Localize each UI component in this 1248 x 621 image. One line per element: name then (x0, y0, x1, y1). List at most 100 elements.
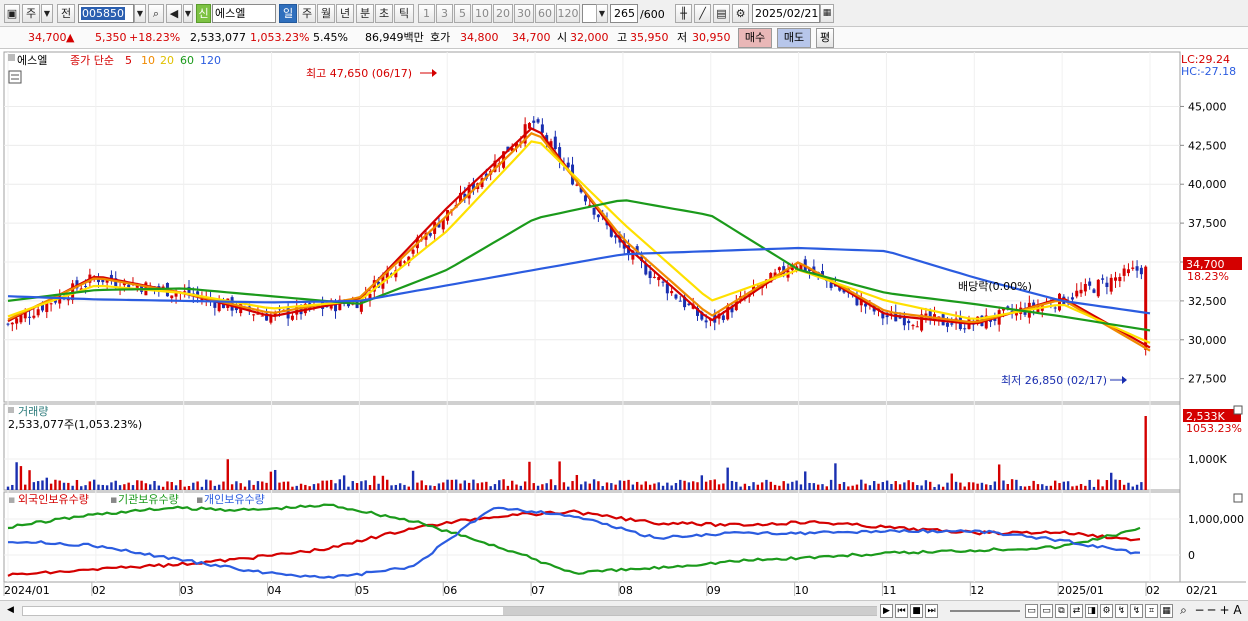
tab-month[interactable]: 월 (317, 4, 335, 23)
volume-bar (950, 473, 953, 490)
volume-bar (1049, 485, 1053, 490)
date-input[interactable]: 2025/02/21 (752, 4, 820, 23)
volume-bar (377, 483, 380, 490)
last-page-icon[interactable]: ⏭ (925, 604, 938, 618)
tool-icon-1[interactable]: ▭ (1025, 604, 1038, 618)
tool-icon-6[interactable]: ⚙ (1100, 604, 1113, 618)
interval-1[interactable]: 1 (418, 4, 435, 23)
volume-close-icon[interactable] (1233, 405, 1243, 415)
code-dropdown-icon[interactable]: ▼ (134, 4, 146, 23)
interval-120[interactable]: 120 (556, 4, 580, 23)
volume-bar (450, 479, 454, 490)
buy-button[interactable]: 매수 (738, 28, 772, 48)
volume-bar (45, 477, 48, 490)
volume-bar (243, 486, 247, 490)
speaker-icon[interactable]: ◀ (166, 4, 182, 23)
count-input[interactable]: 265 (610, 4, 638, 23)
interval-3[interactable]: 3 (436, 4, 453, 23)
interval-10[interactable]: 10 (472, 4, 492, 23)
period-select[interactable]: 주 (22, 4, 40, 23)
tool-icon-9[interactable]: ⌗ (1145, 604, 1158, 618)
panel-handle-icon[interactable] (8, 54, 15, 61)
volume-bar (579, 484, 583, 490)
scrollbar-thumb[interactable] (503, 607, 877, 615)
table-toggle-icon[interactable] (8, 70, 22, 84)
volume-bar (347, 486, 350, 490)
candle-body (704, 320, 708, 323)
current-pct-tag: 18.23% (1187, 270, 1229, 283)
candle-body (260, 315, 264, 317)
tool-icon-2[interactable]: ▭ (1040, 604, 1053, 618)
tool-icon-8[interactable]: ↯ (1130, 604, 1143, 618)
zoom-slider[interactable] (950, 610, 1020, 612)
chart-window-icon[interactable]: ▣ (4, 4, 20, 23)
volume-bar (248, 480, 251, 490)
volume-bar (140, 480, 143, 490)
tool-icon-7[interactable]: ↯ (1115, 604, 1128, 618)
tool-icon-10[interactable]: ▦ (1160, 604, 1173, 618)
candle-body (575, 184, 579, 186)
tool-icon-4[interactable]: ⇄ (1070, 604, 1083, 618)
sell-button[interactable]: 매도 (777, 28, 811, 48)
volume-bar (1010, 479, 1014, 490)
tab-minute[interactable]: 분 (356, 4, 374, 23)
tool-icon-5[interactable]: ◨ (1085, 604, 1098, 618)
candle-type-icon[interactable]: ╫ (675, 4, 692, 23)
stock-chart[interactable]: 45,00042,50040,00037,50035,00032,50030,0… (0, 50, 1248, 600)
tab-day[interactable]: 일 (279, 4, 297, 23)
first-page-icon[interactable]: ⏮ (895, 604, 908, 618)
interval-20[interactable]: 20 (493, 4, 513, 23)
tab-tick[interactable]: 틱 (394, 4, 414, 23)
volume-bar (980, 482, 984, 490)
interval-60[interactable]: 60 (535, 4, 555, 23)
volume-handle-icon[interactable] (8, 407, 14, 413)
zoom-icon[interactable]: ⌕ (1177, 604, 1190, 618)
price-axis-label: 32,500 (1188, 295, 1227, 308)
save-icon[interactable]: ▤ (713, 4, 730, 23)
zoom-in-icon[interactable]: + (1218, 604, 1231, 618)
candle-body (1070, 297, 1074, 300)
volume-bar (454, 479, 458, 490)
stop-icon[interactable]: ■ (910, 604, 923, 618)
volume-bar (127, 482, 130, 490)
interval-dropdown-icon[interactable]: ▼ (596, 4, 608, 23)
volume-bar (782, 481, 785, 490)
candle-body (790, 267, 794, 271)
horizontal-scrollbar[interactable] (22, 606, 877, 616)
volume-bar (506, 485, 510, 490)
volume-bar (97, 484, 100, 490)
volume-bar (1101, 486, 1104, 490)
volume-bar (722, 483, 725, 490)
tab-week[interactable]: 주 (298, 4, 316, 23)
tool-icon-3[interactable]: ⧉ (1055, 604, 1068, 618)
legend-foreign: 외국인보유수량 (18, 493, 89, 506)
volume-bar (670, 485, 673, 490)
prev-button[interactable]: 전 (57, 4, 75, 23)
volume-bar (118, 485, 122, 490)
volume-bar (1110, 472, 1113, 490)
interval-5[interactable]: 5 (454, 4, 471, 23)
interval-30[interactable]: 30 (514, 4, 534, 23)
volume-bar (541, 484, 544, 490)
scroll-right-icon[interactable]: ▶ (880, 604, 893, 618)
calendar-icon[interactable]: ▦ (820, 4, 834, 23)
scroll-left-icon[interactable]: ◀ (4, 604, 17, 618)
stock-code-input[interactable]: 005850 (78, 4, 134, 23)
volume-value: 2,533,077 (190, 31, 246, 44)
holding-close-icon[interactable] (1233, 493, 1243, 503)
gear-icon[interactable]: ⚙ (732, 4, 749, 23)
volume-bar (368, 485, 372, 490)
candle-body (532, 120, 536, 123)
zoom-line-icon[interactable]: ─ (1205, 604, 1218, 618)
search-icon[interactable]: ⌕ (148, 4, 164, 23)
volume-bar (623, 480, 626, 490)
line-draw-icon[interactable]: ╱ (694, 4, 711, 23)
tab-second[interactable]: 초 (375, 4, 393, 23)
speaker-dropdown-icon[interactable]: ▼ (183, 4, 193, 23)
font-size-icon[interactable]: A (1231, 604, 1244, 618)
chevron-down-icon[interactable]: ▼ (41, 4, 53, 23)
volume-bar (881, 482, 885, 490)
stock-name-field[interactable]: 에스엘 (212, 4, 276, 23)
tab-year[interactable]: 년 (336, 4, 354, 23)
eval-button[interactable]: 평 (816, 28, 834, 48)
